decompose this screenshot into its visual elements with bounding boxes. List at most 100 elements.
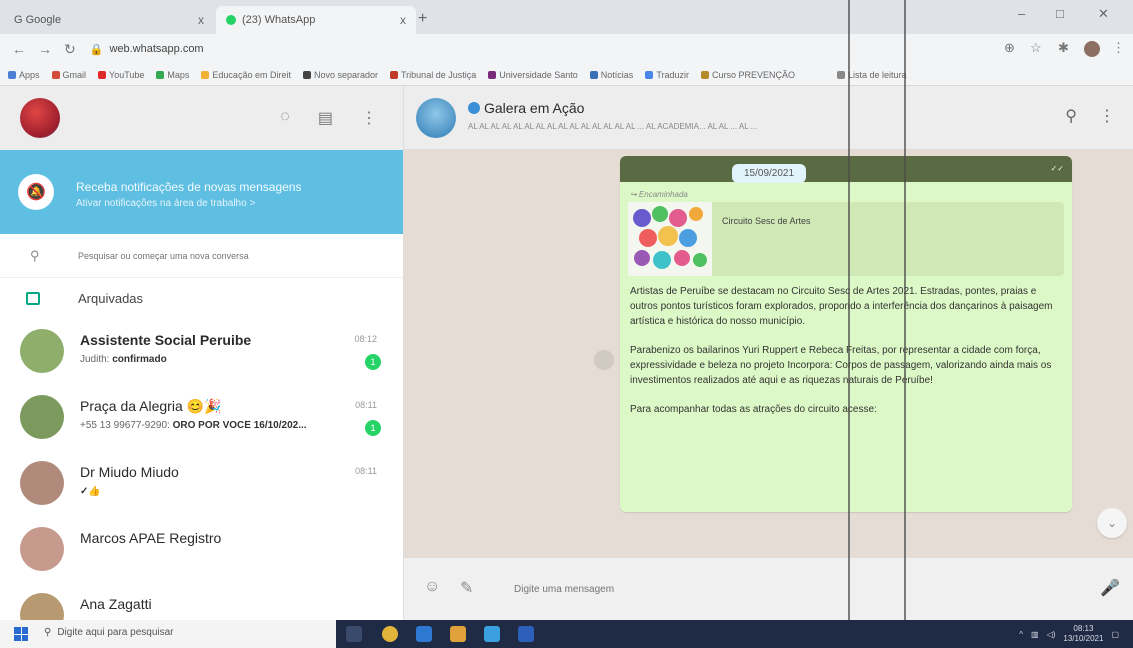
word-icon[interactable] — [518, 626, 534, 642]
link-title: Circuito Sesc de Artes — [722, 216, 811, 226]
task-view-icon[interactable] — [346, 626, 362, 642]
chat-name: Assistente Social Peruibe — [80, 332, 252, 348]
chrome-icon[interactable] — [382, 626, 398, 642]
browser-tab-strip: G Google x (23) WhatsApp x + – □ ✕ — [0, 0, 1133, 34]
unread-badge: 1 — [365, 354, 381, 370]
status-icon[interactable]: ◌ — [280, 108, 290, 128]
reading-list-icon — [837, 70, 846, 79]
bookmark-item[interactable]: Notícias — [589, 70, 633, 80]
bookmark-item[interactable]: Universidade Santo — [488, 70, 578, 80]
bookmark-item[interactable]: Educação em Direit — [201, 70, 291, 80]
message-paragraph: Artistas de Peruíbe se destacam no Circu… — [630, 286, 1053, 327]
file-explorer-icon[interactable] — [450, 626, 466, 642]
menu-icon[interactable]: ⋮ — [1099, 106, 1115, 126]
message-input[interactable] — [500, 570, 1086, 608]
volume-icon[interactable]: ◁) — [1047, 630, 1056, 639]
group-name: Galera em Ação — [484, 100, 585, 116]
notification-title: Receba notificações de novas mensagens — [76, 180, 302, 194]
star-icon[interactable]: ☆ — [1030, 40, 1042, 56]
emoji-icon[interactable]: ☺ — [424, 578, 440, 596]
bookmark-item[interactable]: Novo separador — [302, 70, 378, 80]
tab-label: G Google — [14, 14, 62, 26]
tab-whatsapp[interactable]: (23) WhatsApp x — [216, 6, 416, 34]
microphone-icon[interactable]: 🎤 — [1100, 578, 1120, 598]
tab-google[interactable]: G Google x — [4, 6, 214, 34]
sidebar-header: ◌ ▤ ⋮ — [0, 86, 403, 150]
zoom-icon[interactable]: ⊕ — [1004, 40, 1015, 56]
link-preview[interactable]: Circuito Sesc de Artes — [628, 202, 1064, 276]
close-tab-icon[interactable]: x — [400, 13, 406, 27]
bookmark-item[interactable]: Gmail — [51, 70, 86, 80]
reload-icon[interactable]: ↻ — [64, 41, 76, 58]
network-icon[interactable]: ▥ — [1031, 630, 1039, 639]
bookmarks-bar: Apps Gmail YouTube Maps Educação em Dire… — [0, 64, 1133, 86]
windows-start-icon[interactable] — [14, 627, 28, 641]
url-field[interactable]: 🔒 web.whatsapp.com — [90, 43, 204, 56]
edge-icon[interactable] — [416, 626, 432, 642]
chat-list-item[interactable]: Praça da Alegria 😊🎉 +55 13 99677-9290: OR… — [0, 384, 403, 450]
translate-icon — [645, 70, 654, 79]
menu-icon[interactable]: ⋮ — [1112, 40, 1125, 56]
clock[interactable]: 08:13 13/10/2021 — [1063, 624, 1103, 644]
profile-avatar[interactable] — [1084, 41, 1100, 57]
close-window-icon[interactable]: ✕ — [1098, 6, 1109, 22]
bookmark-item[interactable]: Traduzir — [645, 70, 689, 80]
bookmark-item[interactable]: Maps — [156, 70, 189, 80]
message-bubble[interactable]: ✓✓ ↪ Encaminhada Circuito Sesc de Artes … — [620, 156, 1072, 512]
maximize-icon[interactable]: □ — [1056, 6, 1064, 21]
minimize-icon[interactable]: – — [1018, 6, 1025, 21]
avatar[interactable] — [20, 98, 60, 138]
search-bar: ⚲ — [0, 234, 403, 278]
gmail-icon — [51, 70, 60, 79]
bookmark-item[interactable]: Tribunal de Justiça — [390, 70, 476, 80]
chat-list-item[interactable]: Marcos APAE Registro — [0, 516, 403, 582]
url-text: web.whatsapp.com — [109, 43, 204, 55]
bookmark-icon — [201, 70, 210, 79]
menu-icon[interactable]: ⋮ — [361, 108, 377, 128]
archive-icon — [26, 291, 40, 305]
bookmark-item[interactable]: Curso PREVENÇÃO — [701, 70, 795, 80]
back-icon[interactable]: ← — [12, 41, 26, 57]
store-icon[interactable] — [484, 626, 500, 642]
notification-banner[interactable]: 🔕 Receba notificações de novas mensagens… — [0, 150, 403, 234]
extensions-icon[interactable]: ✱ — [1058, 40, 1069, 56]
chevron-up-icon[interactable]: ^ — [1019, 630, 1023, 639]
bookmark-item[interactable]: Apps — [8, 70, 40, 80]
notification-center-icon[interactable]: ▢ — [1111, 630, 1119, 639]
scan-line — [848, 0, 850, 620]
avatar — [20, 527, 64, 571]
chevron-down-icon[interactable]: ⌄ — [1097, 508, 1127, 538]
search-icon: ⚲ — [30, 247, 40, 263]
chat-name: Praça da Alegria 😊🎉 — [80, 398, 222, 414]
chat-time: 08:12 — [354, 334, 377, 344]
chat-time: 08:11 — [355, 400, 377, 410]
system-tray: ^ ▥ ◁) 08:13 13/10/2021 ▢ — [1019, 624, 1119, 644]
close-tab-icon[interactable]: x — [198, 13, 204, 27]
forward-icon[interactable]: → — [38, 41, 52, 57]
globe-icon — [302, 70, 311, 79]
message-text: Artistas de Peruíbe se destacam no Circu… — [630, 284, 1062, 419]
archived-row[interactable]: Arquivadas — [0, 278, 403, 318]
conversation-header[interactable]: Galera em Ação AL AL AL AL AL AL AL AL A… — [404, 86, 1133, 150]
new-tab-button[interactable]: + — [418, 10, 427, 28]
message-composer: ☺ ✎ 🎤 — [404, 558, 1133, 620]
taskbar-search[interactable]: ⚲ Digite aqui para pesquisar — [44, 627, 174, 638]
enable-notifications-link[interactable]: Ativar notificações na área de trabalho … — [76, 198, 255, 209]
avatar — [20, 395, 64, 439]
forward-message-icon[interactable] — [594, 350, 614, 370]
chat-preview: ✓👍 — [80, 486, 101, 497]
search-icon[interactable]: ⚲ — [1065, 106, 1077, 126]
chat-list-item[interactable]: Dr Miudo Miudo ✓👍 08:11 — [0, 450, 403, 516]
chat-list-sidebar: ◌ ▤ ⋮ 🔕 Receba notificações de novas men… — [0, 86, 404, 637]
globe-icon — [468, 102, 480, 114]
bookmark-item[interactable]: YouTube — [98, 70, 144, 80]
group-avatar[interactable] — [416, 98, 456, 138]
new-chat-icon[interactable]: ▤ — [318, 108, 333, 128]
chat-name: Ana Zagatti — [80, 596, 152, 612]
maps-icon — [156, 70, 165, 79]
attach-icon[interactable]: ✎ — [460, 578, 473, 598]
message-image[interactable]: ✓✓ — [620, 156, 1072, 182]
news-icon — [589, 70, 598, 79]
chat-list-item[interactable]: Assistente Social Peruibe Judith: confirm… — [0, 318, 403, 384]
search-input[interactable] — [78, 250, 378, 261]
